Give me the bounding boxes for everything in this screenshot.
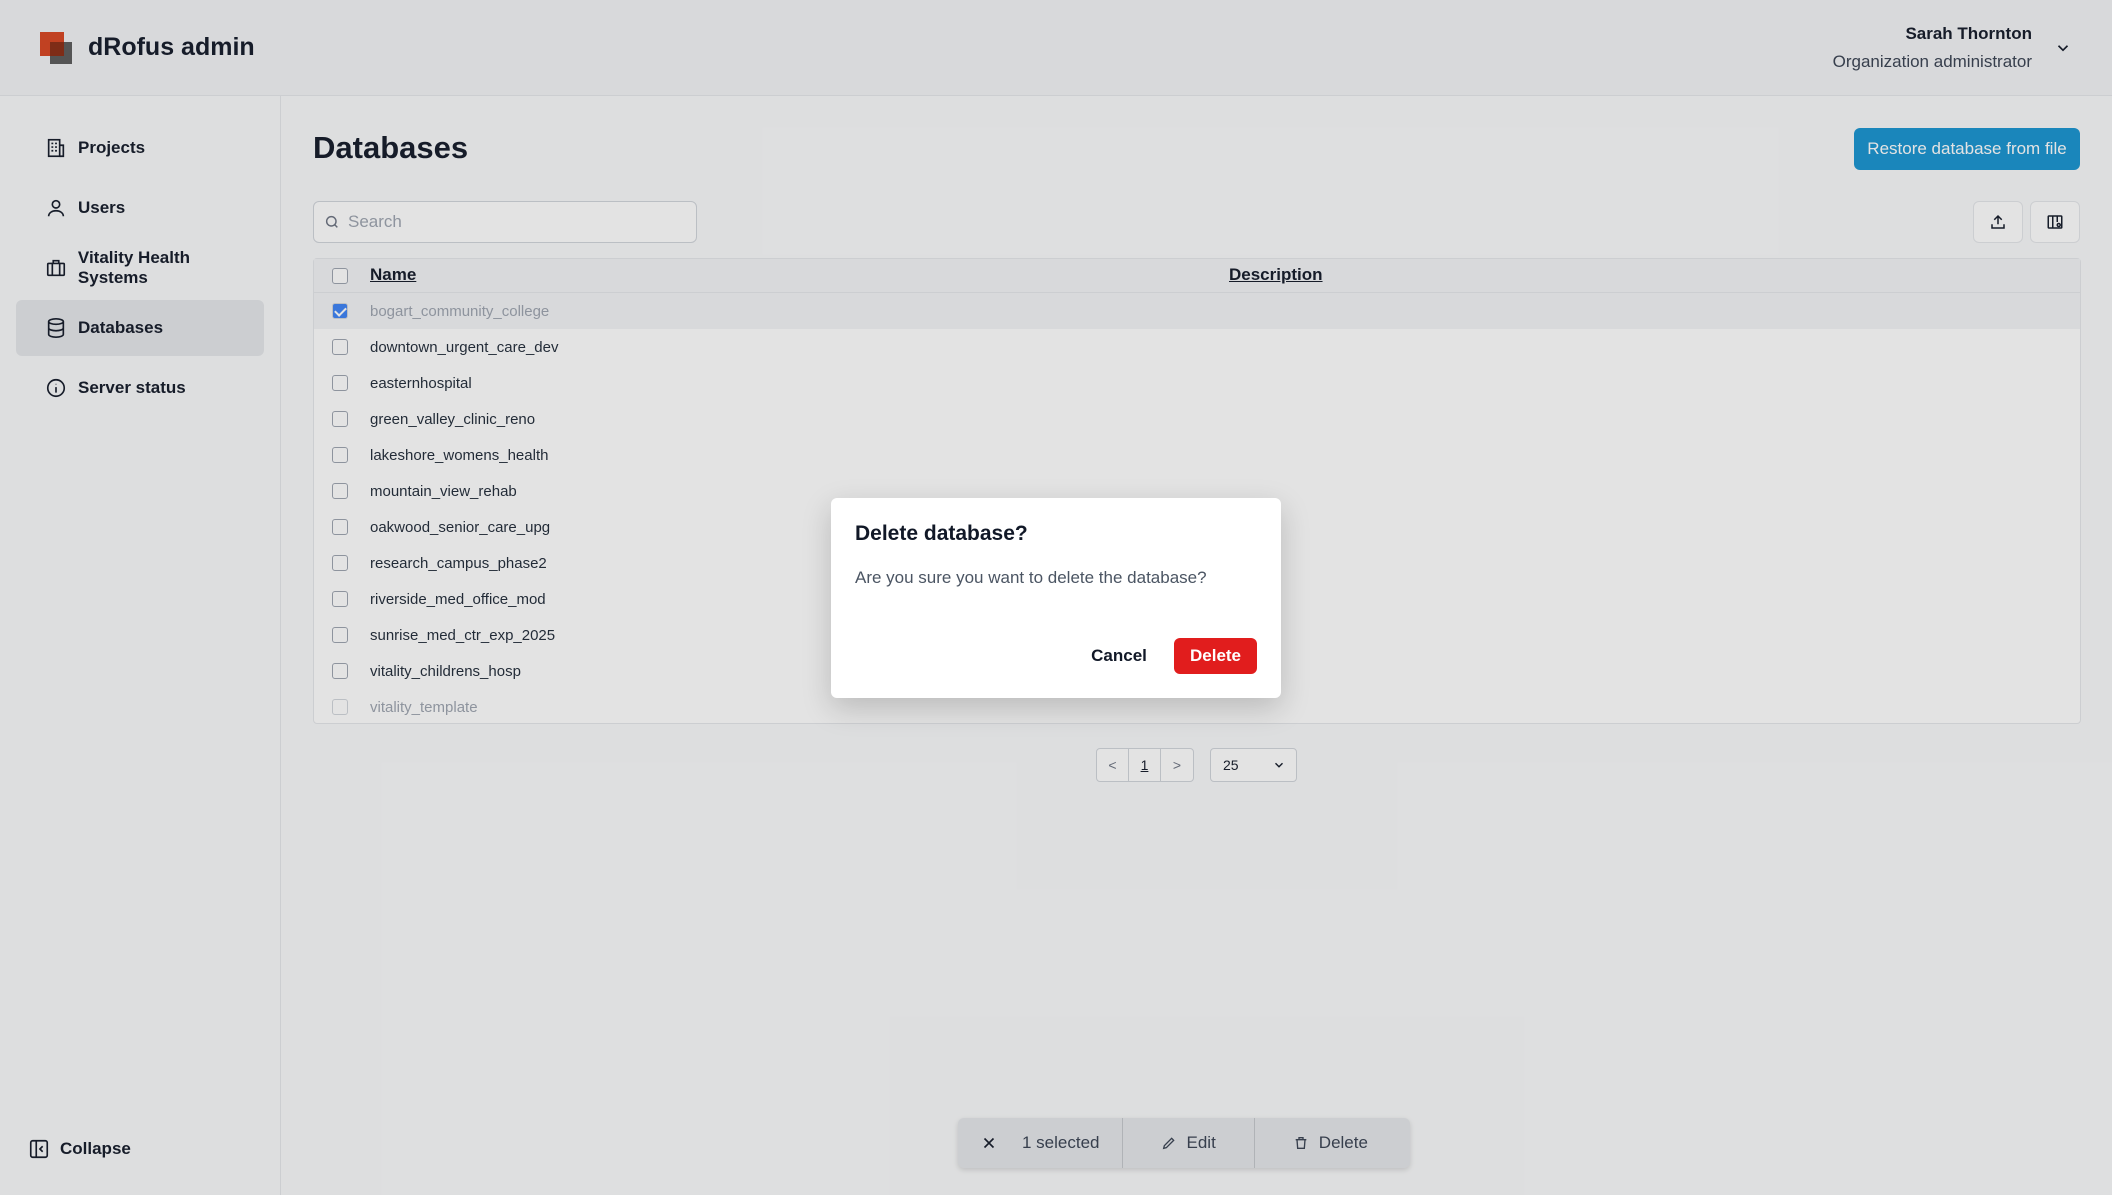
dialog-title: Delete database? [855,522,1028,545]
delete-database-dialog: Delete database? Are you sure you want t… [831,498,1281,698]
cancel-button[interactable]: Cancel [1079,638,1159,674]
dialog-message: Are you sure you want to delete the data… [855,568,1207,587]
confirm-delete-button[interactable]: Delete [1174,638,1257,674]
